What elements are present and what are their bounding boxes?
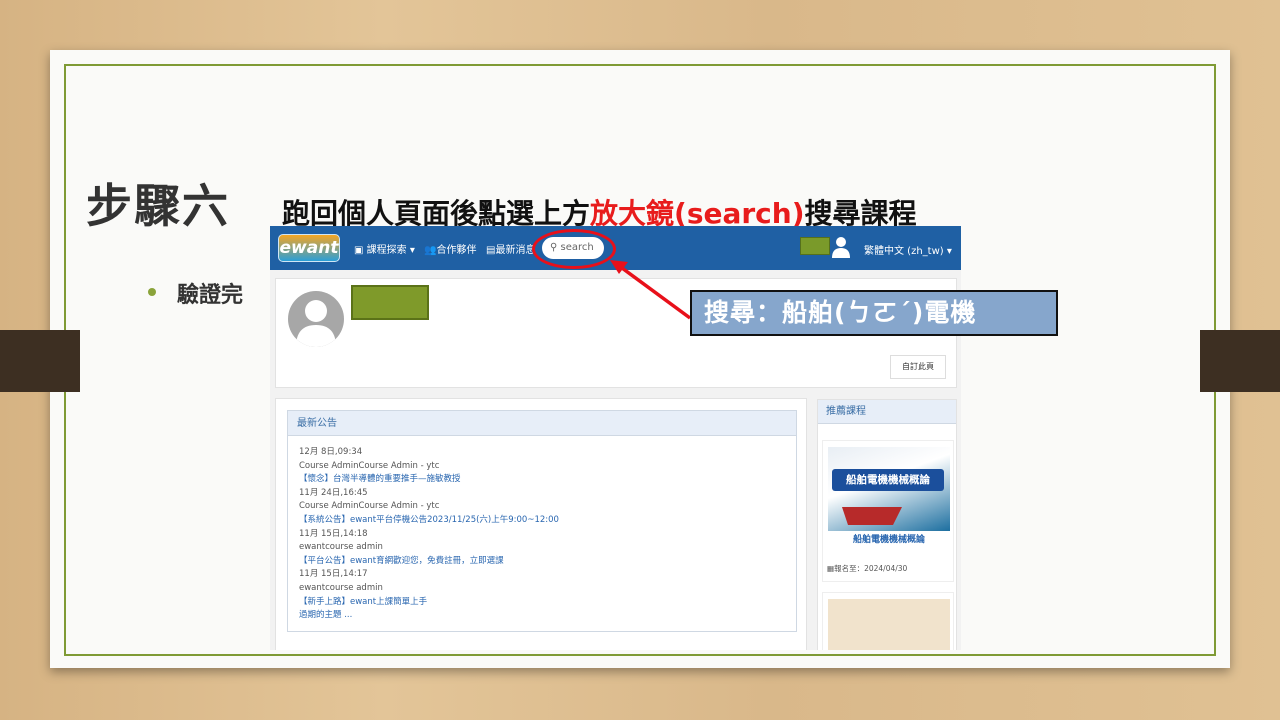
nav-label: 課程探索 ▾: [366, 245, 415, 256]
nav-label: 合作夥伴: [436, 245, 477, 256]
main-content: 最新公告 12月 8日,09:34 Course AdminCourse Admi…: [275, 398, 807, 650]
redacted-name: [351, 285, 429, 320]
course-image[interactable]: [828, 599, 950, 650]
left-tab: [0, 330, 80, 392]
user-icon[interactable]: [832, 236, 850, 258]
announcements-block: 最新公告 12月 8日,09:34 Course AdminCourse Admi…: [287, 410, 797, 632]
navbar: ewant ▣ 課程探索 ▾ 👥合作夥伴 ▤最新消息 ⚲ search 繁體中文…: [270, 226, 961, 270]
announcement-link[interactable]: 【懷念】台灣半導體的重要推手—施敏教授: [299, 473, 785, 487]
highlight-ellipse: [532, 229, 616, 269]
announcement-meta: ewantcourse admin: [299, 582, 383, 593]
bullet-text: 驗證完: [177, 283, 244, 308]
announcement-meta: 11月 15日,14:17: [299, 569, 368, 580]
language-menu[interactable]: 繁體中文 (zh_tw) ▾: [864, 242, 952, 257]
announcement-link[interactable]: 【平台公告】ewant育網歡迎您，免費註冊，立即選課: [299, 555, 785, 569]
announcements-title: 最新公告: [288, 411, 796, 436]
nav-news[interactable]: ▤最新消息: [486, 241, 535, 256]
step-title: 步驟六: [86, 179, 230, 233]
announcement-link[interactable]: 【系統公告】ewant平台停機公告2023/11/25(六)上午9:00~12:…: [299, 514, 785, 528]
course-title[interactable]: 船舶電機機械概論: [823, 532, 955, 545]
avatar: [288, 291, 344, 347]
nav-course-explore[interactable]: ▣ 課程探索 ▾: [354, 241, 415, 256]
announcement-meta: 11月 24日,16:45: [299, 487, 368, 498]
course-card[interactable]: [822, 592, 954, 650]
redacted-username: [800, 237, 830, 255]
announcement-meta: 11月 15日,14:18: [299, 528, 368, 539]
recommended-title: 推薦課程: [818, 400, 956, 424]
ship-graphic: [842, 507, 902, 525]
customize-page-button[interactable]: 自訂此頁: [890, 355, 946, 379]
avatar-icon: [296, 300, 336, 347]
nav-label: 最新消息: [495, 245, 536, 256]
announcement-meta: 12月 8日,09:34: [299, 447, 363, 457]
course-date: ▦報名至：2024/04/30: [827, 563, 907, 574]
course-date-text: 報名至：2024/04/30: [834, 564, 908, 573]
announcement-meta: Course AdminCourse Admin - ytc: [299, 501, 440, 512]
announcements-list: 12月 8日,09:34 Course AdminCourse Admin - y…: [288, 436, 796, 633]
nav-partners[interactable]: 👥合作夥伴: [424, 241, 476, 256]
course-image-title: 船舶電機機械概論: [832, 469, 944, 491]
course-card[interactable]: 船舶電機機械概論 船舶電機機械概論 ▦報名至：2024/04/30: [822, 440, 954, 582]
announcement-link[interactable]: 過期的主題 ...: [299, 609, 785, 623]
course-image[interactable]: 船舶電機機械概論: [828, 447, 950, 531]
right-tab: [1200, 330, 1280, 392]
announcement-meta: ewantcourse admin: [299, 542, 383, 553]
recommended-block: 推薦課程 船舶電機機械概論 船舶電機機械概論 ▦報名至：2024/04/30: [817, 399, 957, 650]
announcement-link[interactable]: 【新手上路】ewant上課簡單上手: [299, 596, 785, 610]
search-callout: 搜尋：船舶(ㄅㄛˊ)電機: [690, 290, 1058, 336]
bullet-dot: [148, 288, 156, 296]
ewant-logo[interactable]: ewant: [278, 234, 340, 262]
announcement-meta: Course AdminCourse Admin - ytc: [299, 460, 440, 471]
